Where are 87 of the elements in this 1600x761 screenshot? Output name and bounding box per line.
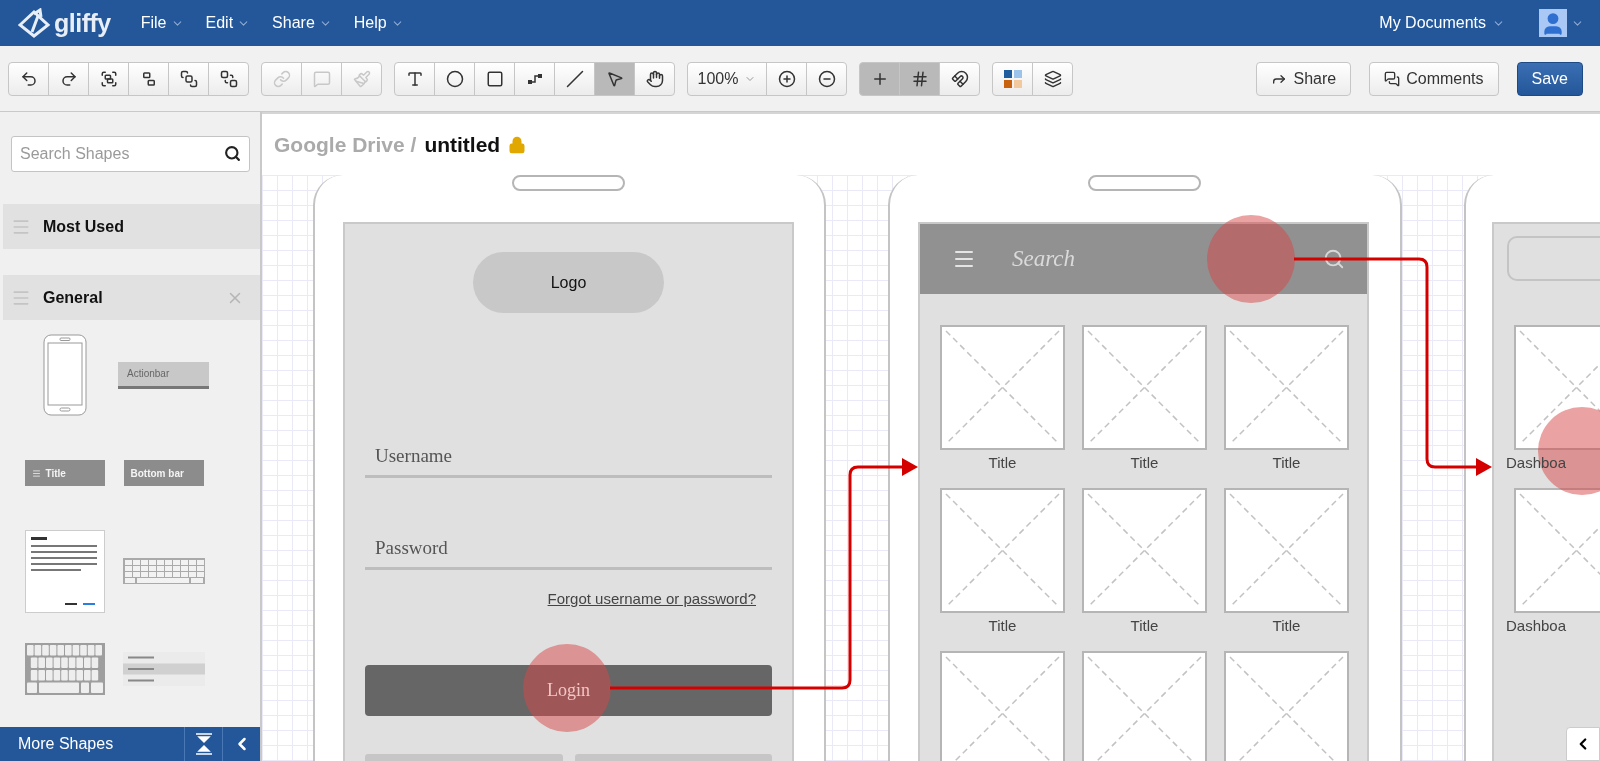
menu-item[interactable]: Share — [272, 14, 332, 32]
phone-screen[interactable]: Logo Username Password Forgot username or password? Login — [343, 222, 794, 761]
dialog-drawing[interactable] — [24, 529, 105, 613]
phone-screen[interactable]: Dashboa Dashboa — [1492, 222, 1600, 761]
phone-frame[interactable]: Dashboa Dashboa — [1464, 175, 1600, 761]
phone-screen[interactable]: Search Title Title Title Title Title Title — [918, 222, 1369, 761]
share-button[interactable]: Share — [1256, 61, 1352, 96]
tile-title: Dashboa — [1506, 454, 1567, 471]
brand-name: gliffy — [54, 8, 111, 38]
zoom-dropdown[interactable]: 100% — [687, 61, 767, 96]
undo-button[interactable] — [8, 61, 49, 96]
zoom-in-button[interactable] — [766, 61, 807, 96]
collapse-icon — [194, 733, 213, 755]
more-shapes-button[interactable]: More Shapes — [0, 727, 184, 761]
phone-frame[interactable]: Logo Username Password Forgot username or password? Login — [313, 175, 826, 761]
logo-placeholder: Logo — [473, 252, 664, 313]
hand-icon — [645, 69, 664, 88]
send-to-back-button[interactable] — [208, 61, 249, 96]
tile-title: Title — [988, 454, 1017, 471]
tile-title: Title — [1272, 454, 1301, 471]
zoom-out-button[interactable] — [806, 61, 847, 96]
comment-icon — [312, 69, 331, 88]
tile-title: Title — [988, 617, 1017, 634]
circle-icon — [445, 69, 464, 88]
wireframe-search-text: Search — [1012, 246, 1076, 272]
layers-icon — [1043, 69, 1062, 88]
wireframe-button-label: Login — [547, 680, 590, 701]
search-icon — [1323, 248, 1345, 270]
layers-button[interactable] — [1032, 61, 1073, 96]
logo-icon — [18, 8, 52, 38]
zoom-out-icon — [817, 69, 836, 88]
link-icon — [272, 69, 291, 88]
bring-to-front-icon — [179, 69, 198, 88]
undo-icon — [19, 69, 38, 88]
ellipse-tool[interactable] — [434, 61, 475, 96]
grid-icon — [910, 69, 929, 88]
section-header[interactable]: Most Used — [3, 204, 260, 249]
bring-to-front-button[interactable] — [168, 61, 209, 96]
snap-toggle[interactable] — [939, 61, 980, 96]
actionbar-shape[interactable]: Actionbar — [118, 361, 209, 389]
text-icon — [405, 69, 424, 88]
wireframe-input: Password — [365, 529, 772, 570]
pointer-tool[interactable] — [594, 61, 635, 96]
rectangle-tool[interactable] — [474, 61, 515, 96]
section-title: General — [43, 288, 104, 307]
wireframe-link: Forgot username or password? — [547, 590, 756, 607]
group-button[interactable] — [88, 61, 129, 96]
pointer-icon — [605, 69, 624, 88]
tile-title: Title — [1130, 454, 1159, 471]
documents-menu[interactable]: My Documents — [1379, 14, 1505, 32]
tile-title: Title — [1272, 617, 1301, 634]
paintbrush-icon — [352, 69, 371, 88]
comments-icon — [1384, 70, 1401, 87]
document-title[interactable]: untitled — [424, 132, 501, 157]
tile-title: Dashboa — [1506, 617, 1567, 634]
title-bar-label: Title — [45, 467, 66, 479]
group-icon — [99, 69, 118, 88]
search-field[interactable]: Search Shapes — [11, 136, 250, 172]
magnet-icon — [950, 69, 969, 88]
account-menu[interactable] — [1539, 9, 1584, 37]
text-tool[interactable] — [394, 61, 435, 96]
redo-button[interactable] — [48, 61, 89, 96]
hand-tool[interactable] — [634, 61, 675, 96]
comments-button[interactable]: Comments — [1369, 61, 1499, 96]
menu-item[interactable]: Help — [353, 14, 404, 32]
menu-item[interactable]: File — [140, 14, 184, 32]
send-to-back-icon — [219, 69, 238, 88]
save-button[interactable]: Save — [1516, 61, 1583, 96]
connector-tool[interactable] — [514, 61, 555, 96]
tile-title: Title — [1130, 617, 1159, 634]
search-icon — [224, 145, 241, 162]
expand-panel-button[interactable] — [1566, 727, 1600, 761]
section-title: Most Used — [43, 217, 125, 236]
themes-button[interactable] — [992, 61, 1033, 96]
phone-frame[interactable]: Search Title Title Title Title Title Title — [888, 175, 1402, 761]
wireframe-input: Username — [365, 437, 772, 478]
grid-toggle[interactable] — [899, 61, 940, 96]
square-icon — [485, 69, 504, 88]
section-header[interactable]: General — [3, 275, 260, 320]
menu-icon — [31, 468, 41, 478]
zoom-in-icon — [777, 69, 796, 88]
color-swatches-icon — [1002, 68, 1023, 89]
menu-item[interactable]: Edit — [205, 14, 251, 32]
redo-icon — [59, 69, 78, 88]
guides-toggle[interactable] — [859, 61, 900, 96]
line-icon — [565, 69, 584, 88]
ungroup-button[interactable] — [128, 61, 169, 96]
